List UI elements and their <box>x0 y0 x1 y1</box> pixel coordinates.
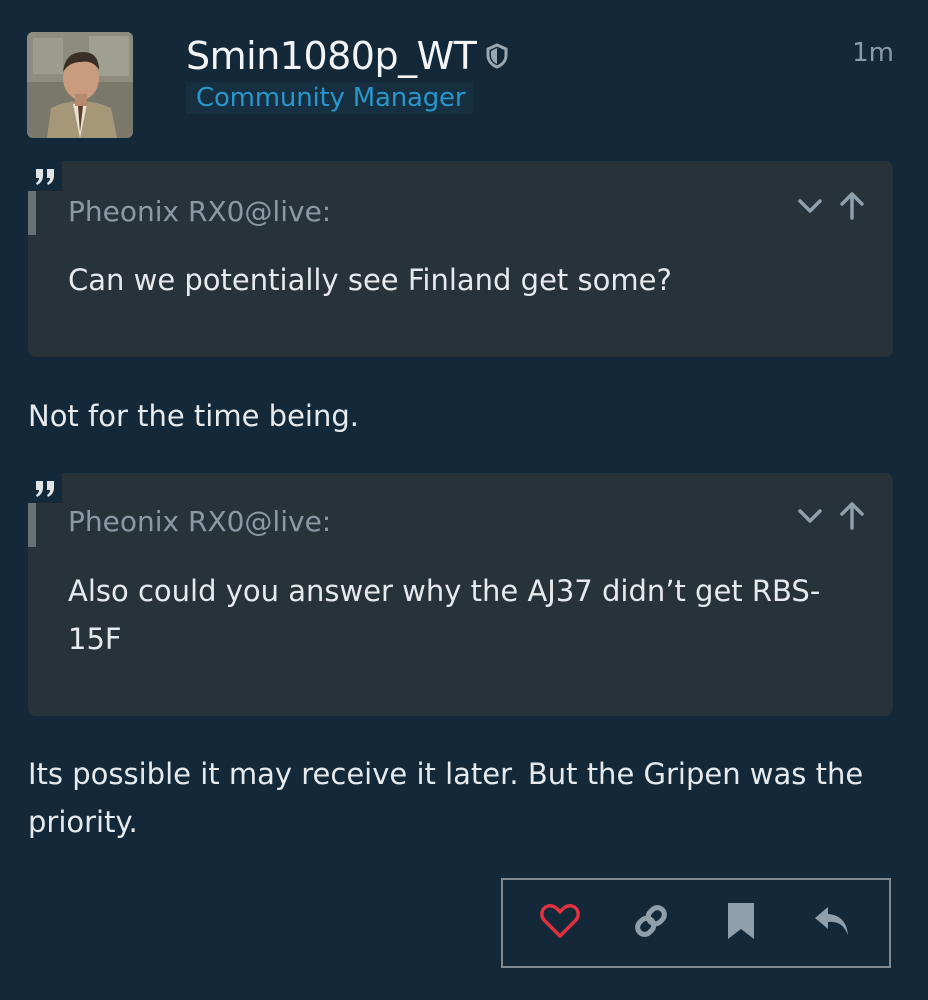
forum-post: Smin1080p_WT Community Manager 1m Pheoni… <box>0 0 928 1000</box>
quote-controls <box>795 191 865 225</box>
reply-button[interactable] <box>808 899 856 947</box>
post-timestamp[interactable]: 1m <box>852 38 894 68</box>
heart-icon <box>540 903 581 943</box>
reply-icon <box>812 903 852 943</box>
quote-block: Pheonix RX0@live: Can we potentially see… <box>28 161 893 357</box>
quote-controls <box>795 501 865 535</box>
quote-author: Pheonix RX0@live: <box>68 195 332 228</box>
arrow-up-icon[interactable] <box>839 501 865 535</box>
quote-bar <box>28 503 36 547</box>
arrow-up-icon[interactable] <box>839 191 865 225</box>
bookmark-icon <box>726 901 756 945</box>
quote-author: Pheonix RX0@live: <box>68 505 332 538</box>
shield-icon <box>486 43 508 69</box>
like-button[interactable] <box>536 899 584 947</box>
post-actions <box>501 878 891 968</box>
username-row: Smin1080p_WT <box>186 32 508 80</box>
role-badge: Community Manager <box>186 82 474 114</box>
avatar[interactable] <box>27 32 133 138</box>
reply-text: Its possible it may receive it later. Bu… <box>28 757 864 839</box>
bookmark-button[interactable] <box>717 899 765 947</box>
copy-link-button[interactable] <box>627 899 675 947</box>
chevron-down-icon[interactable] <box>795 501 825 535</box>
quote-block: Pheonix RX0@live: Also could you answer … <box>28 473 893 716</box>
link-icon <box>631 901 671 945</box>
quote-text: Can we potentially see Finland get some? <box>68 263 672 297</box>
quote-text: Also could you answer why the AJ37 didn’… <box>68 574 821 656</box>
quote-icon <box>28 161 62 191</box>
quote-icon <box>28 473 62 503</box>
quote-bar <box>28 191 36 235</box>
reply-text: Not for the time being. <box>28 399 359 433</box>
username[interactable]: Smin1080p_WT <box>186 34 477 78</box>
chevron-down-icon[interactable] <box>795 191 825 225</box>
